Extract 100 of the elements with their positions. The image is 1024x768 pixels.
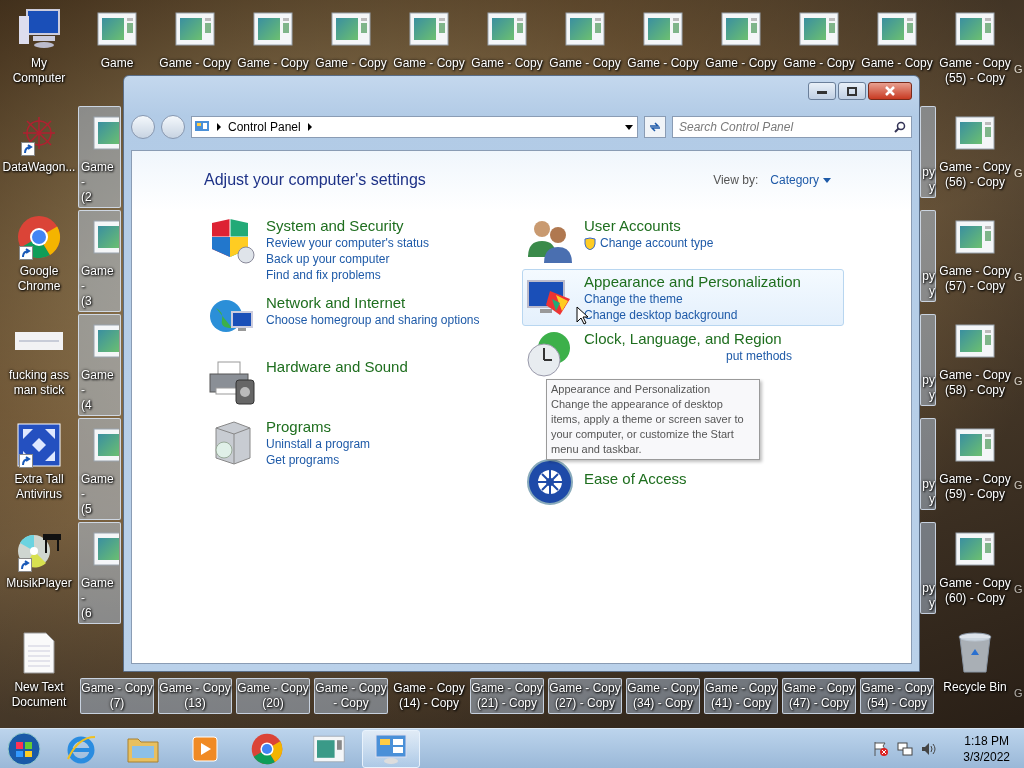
desktop-icon[interactable]: Game - Copy (54) - Copy <box>860 678 934 714</box>
taskbar-button[interactable] <box>362 729 420 768</box>
desktop-icon[interactable]: Game - Copy (27) - Copy <box>548 678 622 714</box>
desktop-icon[interactable]: Game - Copy <box>470 2 544 74</box>
minimize-button[interactable] <box>808 82 836 100</box>
refresh-icon <box>648 121 662 133</box>
icon-label: G <box>1014 270 1024 285</box>
desktop-icon[interactable]: Game <box>80 2 154 74</box>
desktop-icon[interactable]: py y <box>920 210 936 302</box>
refresh-button[interactable] <box>644 116 666 138</box>
desktop-icon[interactable]: py y <box>920 418 936 510</box>
desktop-icon[interactable]: Game - Copy <box>704 2 778 74</box>
app-window-icon <box>93 324 119 358</box>
desktop-icon[interactable]: Game - Copy <box>314 2 388 74</box>
task-link[interactable]: Uninstall a program <box>266 437 371 451</box>
desktop-icon[interactable]: MusikPlayer <box>2 522 76 594</box>
network-icon[interactable] <box>897 740 914 757</box>
icon-label: G <box>1014 686 1024 701</box>
desktop-icon[interactable]: Game - Copy <box>236 2 310 74</box>
desktop-icon[interactable]: Game - Copy (20) <box>236 678 310 714</box>
chrome-icon <box>251 732 283 765</box>
desktop-icon[interactable]: Game - Copy (55) - Copy <box>938 2 1012 89</box>
address-bar[interactable]: Control Panel <box>191 116 638 138</box>
desktop-icon[interactable]: Game - Copy (56) - Copy <box>938 106 1012 193</box>
desktop-icon[interactable]: My Computer <box>2 2 76 89</box>
desktop-icon[interactable]: Game - Copy (58) - Copy <box>938 314 1012 401</box>
desktop-icon[interactable]: fucking ass man stick <box>2 314 76 401</box>
app-window-icon <box>93 532 119 566</box>
category-link[interactable]: Hardware and Sound <box>266 358 408 375</box>
clock[interactable]: 1:18 PM 3/3/2022 <box>963 732 1010 765</box>
task-link[interactable]: Back up your computer <box>266 252 390 266</box>
category-link[interactable]: Programs <box>266 418 332 435</box>
forward-button[interactable] <box>161 115 185 139</box>
back-button[interactable] <box>131 115 155 139</box>
chrome-icon <box>17 215 61 259</box>
shortcut-arrow-icon <box>21 142 35 156</box>
maximize-button[interactable] <box>838 82 866 100</box>
app-window-icon <box>955 532 995 566</box>
search-field[interactable]: Search Control Panel <box>672 116 912 138</box>
desktop-icon[interactable]: Game - Copy (14) - Copy <box>392 678 466 714</box>
desktop-icon[interactable]: py y <box>920 314 936 406</box>
desktop-icon[interactable]: Game - Copy (13) <box>158 678 232 714</box>
category-link[interactable]: Appearance and Personalization <box>584 273 801 290</box>
task-link[interactable]: Change desktop background <box>584 308 738 322</box>
category-link[interactable]: Network and Internet <box>266 294 406 311</box>
desktop-icon[interactable]: Recycle Bin <box>938 626 1012 698</box>
close-button[interactable] <box>868 82 912 100</box>
category-link[interactable]: Ease of Access <box>584 470 687 487</box>
flag-icon[interactable] <box>873 740 890 757</box>
app-window-icon <box>409 12 449 46</box>
desktop-icon[interactable]: New Text Document <box>2 626 76 713</box>
desktop-icon[interactable]: Google Chrome <box>2 210 76 297</box>
play-icon <box>190 733 220 764</box>
start-button[interactable] <box>4 729 44 768</box>
task-link[interactable]: put methods <box>726 349 793 363</box>
task-link[interactable]: Find and fix problems <box>266 268 381 282</box>
shortcut-arrow-icon <box>18 558 32 572</box>
app-window-icon <box>955 12 995 46</box>
desktop-icon[interactable]: py y <box>920 106 936 198</box>
desktop-icon[interactable]: Game - Copy <box>626 2 700 74</box>
desktop-icon[interactable]: Game - Copy (21) - Copy <box>470 678 544 714</box>
icon-label: G <box>1014 166 1024 181</box>
task-link[interactable]: Choose homegroup and sharing options <box>266 313 480 327</box>
desktop-icon[interactable]: Game - Copy <box>860 2 934 74</box>
task-link[interactable]: Get programs <box>266 453 340 467</box>
icon-label: G <box>1014 374 1024 389</box>
task-link[interactable]: Review your computer's status <box>266 236 430 250</box>
desktop-icon[interactable]: Game - Copy - Copy <box>314 678 388 714</box>
desktop-icon[interactable]: py y <box>920 522 936 614</box>
desktop-icon[interactable]: Game - Copy <box>158 2 232 74</box>
desktop-icon[interactable]: DataWagon... <box>2 106 76 178</box>
breadcrumb[interactable]: Control Panel <box>228 120 301 134</box>
desktop-icon[interactable]: Game - Copy (47) - Copy <box>782 678 856 714</box>
recycle-bin-icon <box>957 631 993 675</box>
app-window-icon <box>643 12 683 46</box>
app-window-icon <box>955 116 995 150</box>
desktop-icon[interactable]: Game - Copy (34) - Copy <box>626 678 700 714</box>
category-link[interactable]: System and Security <box>266 217 404 234</box>
category-link[interactable]: User Accounts <box>584 217 681 234</box>
desktop-icon[interactable]: Game - Copy <box>548 2 622 74</box>
desktop-icon[interactable]: Game - Copy <box>392 2 466 74</box>
desktop-icon[interactable]: Game - Copy (60) - Copy <box>938 522 1012 609</box>
thumbnail-icon <box>15 331 63 351</box>
app-window-icon <box>955 324 995 358</box>
category-link[interactable]: Clock, Language, and Region <box>584 330 782 347</box>
app-window-icon <box>565 12 605 46</box>
caret-icon <box>823 177 831 183</box>
chevron-icon <box>216 123 222 131</box>
app-window-icon <box>253 12 293 46</box>
desktop-icon[interactable]: Game - Copy (57) - Copy <box>938 210 1012 297</box>
desktop-icon[interactable]: Game - Copy (59) - Copy <box>938 418 1012 505</box>
view-by-dropdown[interactable]: Category <box>770 173 831 187</box>
task-link[interactable]: Change account type <box>584 236 714 250</box>
desktop-icon[interactable]: Extra Tall Antivirus <box>2 418 76 505</box>
desktop-icon[interactable]: Game - Copy <box>782 2 856 74</box>
shortcut-arrow-icon <box>19 246 33 260</box>
dropdown-icon[interactable] <box>625 124 633 130</box>
task-link[interactable]: Change the theme <box>584 292 683 306</box>
desktop-icon[interactable]: Game - Copy (41) - Copy <box>704 678 778 714</box>
desktop-icon[interactable]: Game - Copy (7) <box>80 678 154 714</box>
